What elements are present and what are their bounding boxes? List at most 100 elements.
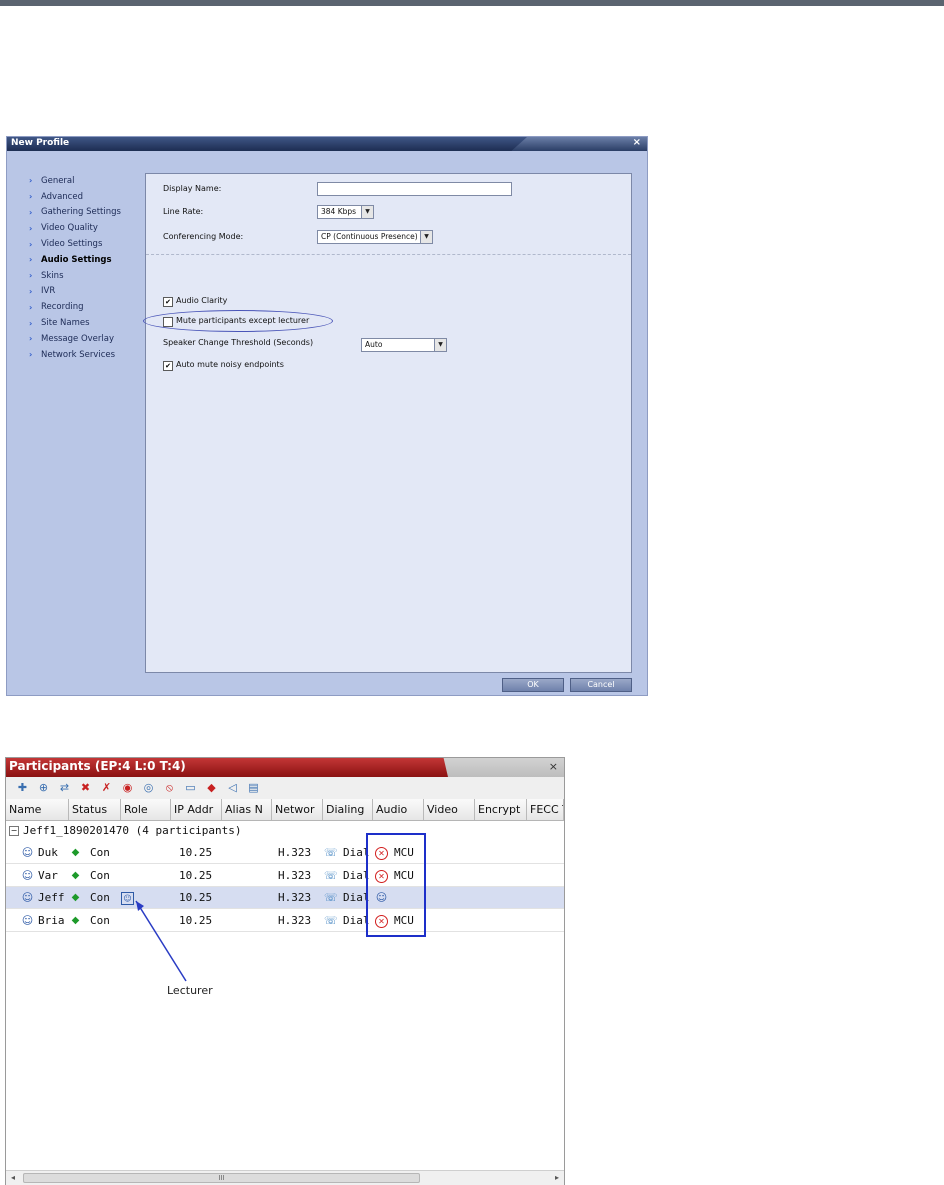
properties-icon[interactable]: ▤ — [246, 780, 261, 795]
suspend-video-icon[interactable]: ⦸ — [162, 780, 177, 795]
lecturer-annotation: Lecturer — [167, 984, 213, 997]
speaker-threshold-value: Auto — [365, 340, 383, 349]
column-header-video[interactable]: Video — [424, 799, 475, 820]
participant-icon: ☺ — [21, 846, 34, 859]
sidebar-item-network-services[interactable]: › Network Services — [29, 347, 121, 363]
chevron-right-icon: › — [29, 192, 33, 202]
participant-status: Con — [90, 891, 110, 904]
sidebar-item-label: Recording — [41, 302, 84, 313]
chevron-down-icon[interactable]: ▼ — [420, 231, 432, 243]
cancel-button[interactable]: Cancel — [570, 678, 632, 692]
sidebar-item-skins[interactable]: › Skins — [29, 268, 121, 284]
sidebar-item-label: Gathering Settings — [41, 207, 121, 218]
column-header-networ[interactable]: Networ — [272, 799, 323, 820]
column-header-dialing[interactable]: Dialing — [323, 799, 373, 820]
section-divider — [146, 254, 631, 255]
participant-icon: ☺ — [21, 868, 34, 882]
participant-network: H.323 — [278, 868, 312, 882]
conference-group-row[interactable]: − Jeff1_1890201470 (4 participants) — [6, 821, 564, 841]
column-header-audio[interactable]: Audio — [373, 799, 424, 820]
chevron-down-icon[interactable]: ▼ — [434, 339, 446, 351]
column-header-fecc-t[interactable]: FECC T — [527, 799, 564, 820]
audio-column-highlight — [366, 833, 426, 937]
sidebar-item-label: Audio Settings — [41, 254, 112, 265]
collapse-icon[interactable]: − — [9, 826, 19, 836]
line-rate-select[interactable]: 384 Kbps ▼ — [317, 205, 374, 219]
connected-icon: ◆ — [71, 847, 80, 858]
sidebar-item-label: Advanced — [41, 191, 83, 202]
new-profile-dialog: New Profile × › General › Advanced › Gatherin… — [6, 136, 648, 696]
dial-out-icon: ☏ — [324, 913, 338, 927]
close-icon[interactable]: × — [633, 137, 641, 148]
sidebar-item-label: Message Overlay — [41, 333, 115, 344]
table-row[interactable]: ☺ Var ◆ Con 10.25 H.323 ☏ Dial ✕ MCU — [6, 865, 564, 887]
participants-title-bar: Participants (EP:4 L:0 T:4) × — [6, 758, 564, 777]
speaker-threshold-label: Speaker Change Threshold (Seconds) — [163, 338, 314, 347]
conferencing-mode-label: Conferencing Mode: — [163, 232, 244, 241]
chevron-down-icon[interactable]: ▼ — [361, 206, 373, 218]
column-header-alias-n[interactable]: Alias N — [222, 799, 272, 820]
participant-name: Bria — [38, 913, 65, 927]
resume-video-icon[interactable]: ▭ — [183, 780, 198, 795]
chevron-right-icon: › — [29, 334, 33, 344]
sidebar-item-ivr[interactable]: › IVR — [29, 284, 121, 300]
speaker-threshold-select[interactable]: Auto ▼ — [361, 338, 447, 352]
chevron-right-icon: › — [29, 239, 33, 249]
chevron-right-icon: › — [29, 255, 33, 265]
scroll-thumb[interactable]: III — [23, 1173, 420, 1183]
table-row[interactable]: ☺ Jeff ◆ Con ☺ 10.25 H.323 ☏ Dial ☺ — [6, 887, 564, 909]
sidebar-item-recording[interactable]: › Recording — [29, 299, 121, 315]
ok-button[interactable]: OK — [502, 678, 564, 692]
column-header-ip-addr[interactable]: IP Addr — [171, 799, 222, 820]
profile-nav: › General › Advanced › Gathering Settings › Vid… — [29, 173, 121, 363]
participant-network: H.323 — [278, 891, 312, 904]
sidebar-item-video-quality[interactable]: › Video Quality — [29, 220, 121, 236]
sidebar-item-label: Video Quality — [41, 223, 98, 234]
dial-out-icon: ☏ — [324, 846, 338, 859]
line-rate-value: 384 Kbps — [321, 207, 357, 216]
sidebar-item-video-settings[interactable]: › Video Settings — [29, 236, 121, 252]
participant-icon: ☺ — [21, 891, 34, 904]
add-from-address-book-icon[interactable]: ⊕ — [36, 780, 51, 795]
volume-icon[interactable]: ◁ — [225, 780, 240, 795]
change-layout-icon[interactable]: ◆ — [204, 780, 219, 795]
audio-clarity-checkbox[interactable]: ✔ — [163, 297, 173, 307]
add-participant-icon[interactable]: ✚ — [15, 780, 30, 795]
unmute-audio-icon[interactable]: ◎ — [141, 780, 156, 795]
column-header-status[interactable]: Status — [69, 799, 121, 820]
conferencing-mode-select[interactable]: CP (Continuous Presence) ▼ — [317, 230, 433, 244]
sidebar-item-label: General — [41, 175, 75, 186]
connected-icon: ◆ — [71, 892, 80, 903]
sidebar-item-audio-settings[interactable]: › Audio Settings — [29, 252, 121, 268]
table-row[interactable]: ☺ Bria ◆ Con 10.25 H.323 ☏ Dial ✕ MCU — [6, 910, 564, 932]
sidebar-item-advanced[interactable]: › Advanced — [29, 189, 121, 205]
auto-mute-noisy-checkbox[interactable]: ✔ — [163, 361, 173, 371]
participant-network: H.323 — [278, 846, 312, 859]
auto-mute-noisy-label: Auto mute noisy endpoints — [176, 360, 284, 369]
connect-icon[interactable]: ⇄ — [57, 780, 72, 795]
column-header-name[interactable]: Name — [6, 799, 69, 820]
dialog-title-bar: New Profile × — [7, 137, 647, 151]
dialog-title: New Profile — [11, 138, 70, 148]
delete-participant-icon[interactable]: ✗ — [99, 780, 114, 795]
sidebar-item-site-names[interactable]: › Site Names — [29, 315, 121, 331]
sidebar-item-general[interactable]: › General — [29, 173, 121, 189]
participant-name: Duk — [38, 846, 58, 859]
sidebar-item-label: Site Names — [41, 318, 90, 329]
horizontal-scrollbar[interactable]: ◂ III ▸ — [6, 1170, 564, 1185]
display-name-input[interactable] — [317, 182, 512, 196]
mute-audio-icon[interactable]: ◉ — [120, 780, 135, 795]
disconnect-icon[interactable]: ✖ — [78, 780, 93, 795]
column-header-encrypt[interactable]: Encrypt — [475, 799, 527, 820]
chevron-right-icon: › — [29, 207, 33, 217]
participant-status: Con — [90, 868, 110, 882]
sidebar-item-message-overlay[interactable]: › Message Overlay — [29, 331, 121, 347]
connected-icon: ◆ — [71, 914, 80, 926]
scroll-left-icon[interactable]: ◂ — [6, 1171, 20, 1185]
participant-status: Con — [90, 913, 110, 927]
sidebar-item-gathering-settings[interactable]: › Gathering Settings — [29, 205, 121, 221]
close-icon[interactable]: × — [549, 760, 558, 773]
scroll-right-icon[interactable]: ▸ — [550, 1171, 564, 1185]
table-row[interactable]: ☺ Duk ◆ Con 10.25 H.323 ☏ Dial ✕ MCU — [6, 842, 564, 864]
column-header-role[interactable]: Role — [121, 799, 171, 820]
